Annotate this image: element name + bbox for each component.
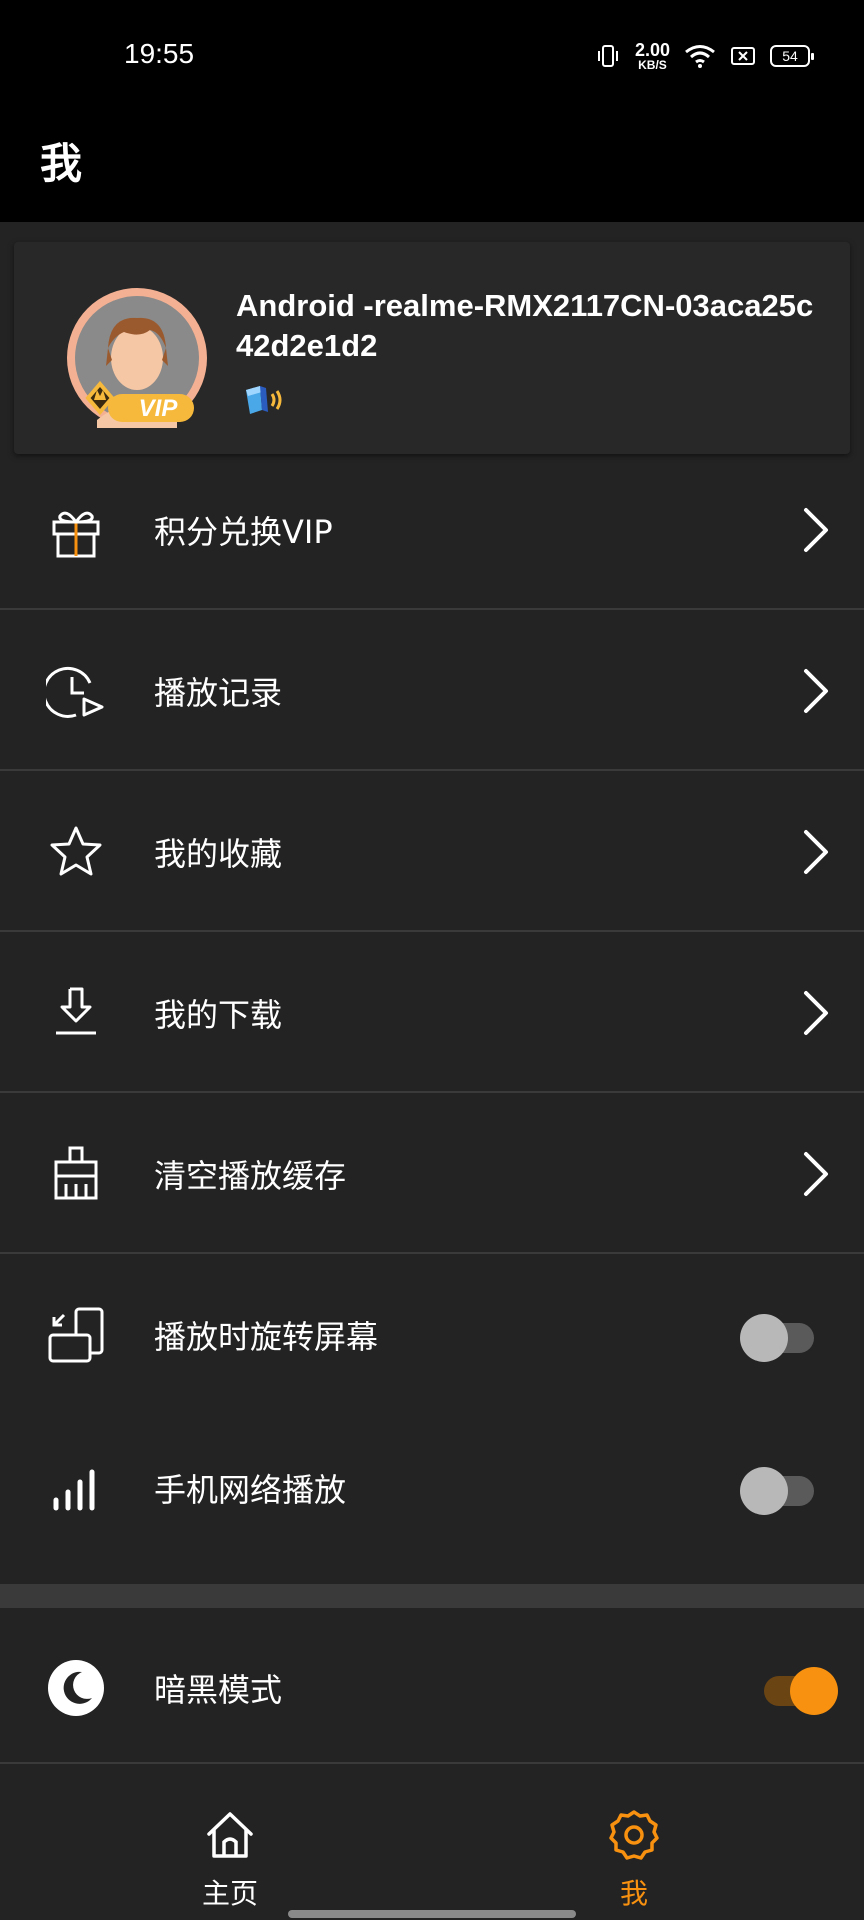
menu-item-points-vip[interactable]: 积分兑换VIP [0,450,864,610]
setting-rotate-screen: 播放时旋转屏幕 [0,1255,864,1415]
menu-item-downloads[interactable]: 我的下载 [0,933,864,1093]
wifi-icon [685,45,715,68]
gift-icon [52,511,100,558]
content: VIP Android -realme-RMX2117CN-03aca25c42… [0,222,864,1768]
menu-label: 播放记录 [154,674,283,712]
sim-icon [731,47,755,65]
menu-label: 暗黑模式 [154,1671,283,1709]
moon-icon [48,1660,104,1716]
setting-dark-mode: 暗黑模式 [0,1608,864,1768]
broom-icon [54,1146,98,1200]
setting-mobile-network-play: 手机网络播放 [0,1408,864,1568]
gear-icon [609,1810,659,1860]
section-divider [0,1584,864,1608]
dark-mode-toggle[interactable] [760,1664,838,1715]
vip-label: VIP [139,395,179,422]
menu-label: 播放时旋转屏幕 [154,1318,379,1356]
nav-tab-home[interactable]: 主页 [80,1764,380,1920]
nav-label: 主页 [201,1877,258,1910]
rotate-screen-icon [48,1307,104,1363]
download-icon [56,987,96,1035]
status-icons: 2.00 KB/S 54 [595,38,814,74]
menu-item-clear-cache[interactable]: 清空播放缓存 [0,1094,864,1254]
net-speed-value: 2.00 [634,40,670,60]
user-name: Android -realme-RMX2117CN-03aca25c42d2e1… [236,288,814,363]
menu-item-play-history[interactable]: 播放记录 [0,611,864,771]
page-title: 我 [40,139,83,188]
signal-icon [53,1469,95,1511]
menu-label: 积分兑换VIP [154,513,333,551]
menu-label: 我的下载 [154,996,283,1034]
status-time: 19:55 [124,38,195,69]
toggle-knob [740,1467,788,1515]
vibrate-icon [597,45,618,67]
app-header: 我 [0,100,864,222]
battery-icon: 54 [770,45,814,67]
history-icon [46,666,104,718]
net-speed: 2.00 KB/S [635,41,670,71]
net-speed-unit: KB/S [638,58,667,72]
rotate-screen-toggle[interactable] [740,1311,818,1362]
mobile-network-toggle[interactable] [740,1464,818,1515]
nav-tab-me[interactable]: 我 [484,1764,784,1920]
nav-label: 我 [619,1877,648,1910]
chevron-right-icon [804,669,828,713]
profile-card[interactable]: VIP Android -realme-RMX2117CN-03aca25c42… [14,242,850,454]
star-icon [50,826,102,876]
menu-label: 我的收藏 [154,835,283,873]
level-badge-icon [246,386,282,414]
chevron-right-icon [804,1152,828,1196]
menu-label: 手机网络播放 [154,1471,347,1509]
chevron-right-icon [804,508,828,552]
menu-label: 清空播放缓存 [154,1157,347,1195]
toggle-knob [790,1667,838,1715]
chevron-right-icon [804,991,828,1035]
menu-item-favorites[interactable]: 我的收藏 [0,772,864,932]
chevron-right-icon [804,830,828,874]
toggle-knob [740,1314,788,1362]
home-indicator[interactable] [288,1910,576,1918]
status-bar: 19:55 2.00 KB/S 54 [0,0,864,100]
bottom-nav: 主页 我 [0,1762,864,1920]
home-icon [207,1812,253,1858]
avatar[interactable]: VIP [64,288,210,434]
